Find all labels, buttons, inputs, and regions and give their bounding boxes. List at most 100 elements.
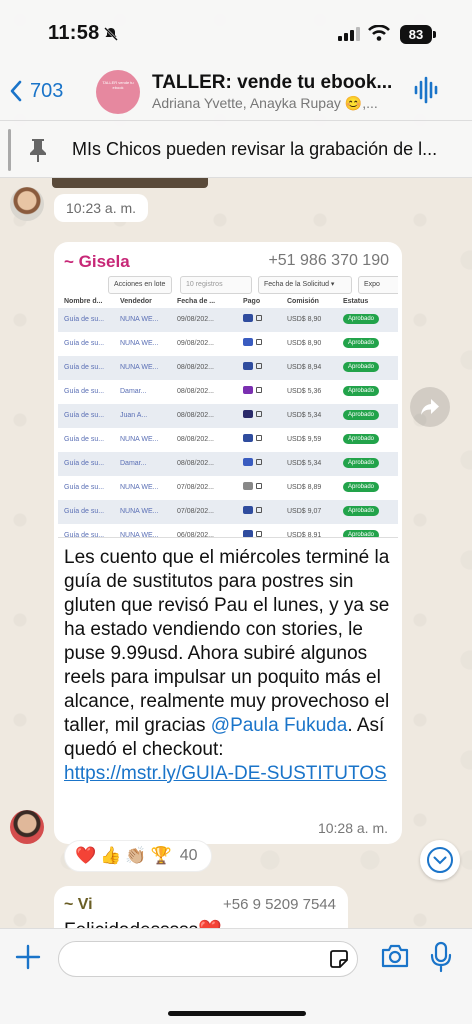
plus-icon[interactable] [14, 943, 42, 971]
chevron-down-icon [427, 847, 453, 873]
sender-phone[interactable]: +51 986 370 190 [268, 252, 389, 270]
screenshot-date-filter: Fecha de la Solicitud ▾ [258, 276, 352, 294]
chat-subtitle[interactable]: Adriana Yvette, Anayka Rupay 😊,... [152, 95, 402, 112]
pin-icon [30, 139, 46, 162]
column-header: Estatus [343, 298, 369, 305]
status-badge: Aprobado [343, 434, 380, 444]
cell-commission: USD$ 8,91 [287, 532, 322, 538]
forward-button[interactable] [410, 387, 450, 427]
status-badge: Aprobado [343, 530, 380, 537]
payment-icon [243, 410, 262, 418]
payment-icon [243, 458, 262, 466]
cell-guide: Guía de su... [64, 340, 105, 347]
group-avatar-text: TALLER vende tu ebook [102, 80, 134, 90]
pinned-message-bar[interactable]: MIs Chicos pueden revisar la grabación d… [0, 120, 472, 178]
cell-commission: USD$ 9,59 [287, 436, 322, 443]
mic-icon[interactable] [430, 941, 452, 973]
payment-icon [243, 434, 262, 442]
sender-name[interactable]: ~ Gisela [64, 252, 130, 272]
cell-vendor: NUNA WE... [120, 316, 159, 323]
reaction-emoji: 🏆 [150, 846, 172, 865]
column-header: Fecha de ... [177, 298, 216, 305]
home-indicator [168, 1011, 306, 1016]
message-bubble[interactable]: ~ Gisela +51 986 370 190 Acciones en lot… [54, 242, 402, 844]
previous-image-edge[interactable] [52, 178, 208, 188]
status-badge: Aprobado [343, 338, 380, 348]
screenshot-table-row: Guía de su... Damar... 08/08/202... USD$ 5,… [58, 380, 398, 404]
chevron-left-icon [10, 80, 22, 102]
sender-name[interactable]: ~ Vi [64, 896, 93, 914]
cell-guide: Guía de su... [64, 532, 105, 538]
cell-vendor: NUNA WE... [120, 340, 159, 347]
reaction-emoji: 👍 [100, 846, 122, 865]
pinned-indicator [8, 129, 11, 171]
payment-icon [243, 362, 262, 370]
screenshot-table-row: Guía de su... NUNA WE... 06/08/202... USD$ … [58, 524, 398, 538]
status-badge: Aprobado [343, 362, 380, 372]
cell-vendor: NUNA WE... [120, 532, 159, 538]
attached-screenshot[interactable]: Acciones en lote 10 registros Fecha de l… [58, 274, 398, 538]
cell-guide: Guía de su... [64, 484, 105, 491]
reaction-count: 40 [179, 847, 198, 864]
screenshot-table-row: Guía de su... NUNA WE... 08/08/202... USD$ … [58, 356, 398, 380]
cell-vendor: NUNA WE... [120, 364, 159, 371]
payment-icon [243, 530, 262, 537]
cell-guide: Guía de su... [64, 436, 105, 443]
status-badge: Aprobado [343, 482, 380, 492]
bell-slash-icon [104, 27, 118, 41]
reaction-emoji: 👏🏼 [125, 846, 147, 865]
cell-commission: USD$ 8,94 [287, 364, 322, 371]
scroll-down-button[interactable] [420, 840, 460, 880]
group-avatar[interactable]: TALLER vende tu ebook [96, 70, 140, 114]
mention[interactable]: @Paula Fukuda [211, 715, 348, 736]
message-time: 10:28 a. m. [317, 820, 388, 836]
avatar[interactable] [10, 187, 44, 221]
payment-icon [243, 338, 262, 346]
forward-icon [421, 399, 439, 415]
cell-guide: Guía de su... [64, 508, 105, 515]
voice-wave-icon[interactable] [414, 76, 440, 104]
signal-icon [338, 27, 360, 41]
sender-phone[interactable]: +56 9 5209 7544 [223, 896, 336, 913]
cell-date: 09/08/202... [177, 316, 214, 323]
back-button[interactable]: 703 [10, 74, 63, 108]
reactions-bar[interactable]: ❤️ 👍 👏🏼 🏆 40 [64, 840, 213, 872]
status-badge: Aprobado [343, 314, 380, 324]
cell-commission: USD$ 5,34 [287, 412, 322, 419]
cell-date: 08/08/202... [177, 436, 214, 443]
sticker-icon[interactable] [328, 948, 350, 970]
cell-guide: Guía de su... [64, 388, 105, 395]
message-input[interactable] [58, 941, 358, 977]
reaction-emoji: ❤️ [75, 846, 97, 865]
payment-icon [243, 482, 262, 490]
checkout-link[interactable]: https://mstr.ly/GUIA-DE-SUSTITUTOS [64, 763, 387, 784]
screenshot-table-row: Guía de su... NUNA WE... 09/08/202... USD$ … [58, 332, 398, 356]
screenshot-records: 10 registros [180, 276, 252, 294]
back-count: 703 [30, 79, 64, 102]
screenshot-toolbar: Acciones en lote 10 registros Fecha de l… [58, 274, 398, 296]
cell-vendor: NUNA WE... [120, 436, 159, 443]
message-text-part: Les cuento que el miércoles terminé la g… [64, 547, 390, 736]
status-time: 11:58 [48, 22, 100, 44]
cell-commission: USD$ 8,89 [287, 484, 322, 491]
screenshot-table-row: Guía de su... NUNA WE... 09/08/202... USD$ … [58, 308, 398, 332]
cell-date: 08/08/202... [177, 388, 214, 395]
cell-date: 09/08/202... [177, 340, 214, 347]
chat-title[interactable]: TALLER: vende tu ebook... [152, 72, 402, 94]
camera-icon[interactable] [380, 943, 410, 969]
message-time: 10:23 a. m. [54, 194, 149, 222]
cell-commission: USD$ 9,07 [287, 508, 322, 515]
payment-icon [243, 314, 262, 322]
screenshot-table-row: Guía de su... Damar... 08/08/202... USD$ 5,… [58, 452, 398, 476]
column-header: Vendedor [120, 298, 152, 305]
screenshot-table-row: Guía de su... Juan A... 08/08/202... USD$ 5… [58, 404, 398, 428]
avatar[interactable] [10, 810, 44, 844]
screenshot-table-row: Guía de su... NUNA WE... 07/08/202... USD$ … [58, 500, 398, 524]
screenshot-bulk-actions: Acciones en lote [108, 276, 172, 294]
cell-guide: Guía de su... [64, 412, 105, 419]
cell-vendor: Damar... [120, 460, 147, 467]
cell-commission: USD$ 5,34 [287, 460, 322, 467]
screenshot-export: Expo [358, 276, 398, 294]
battery-indicator: 83 [400, 25, 432, 44]
payment-icon [243, 386, 262, 394]
